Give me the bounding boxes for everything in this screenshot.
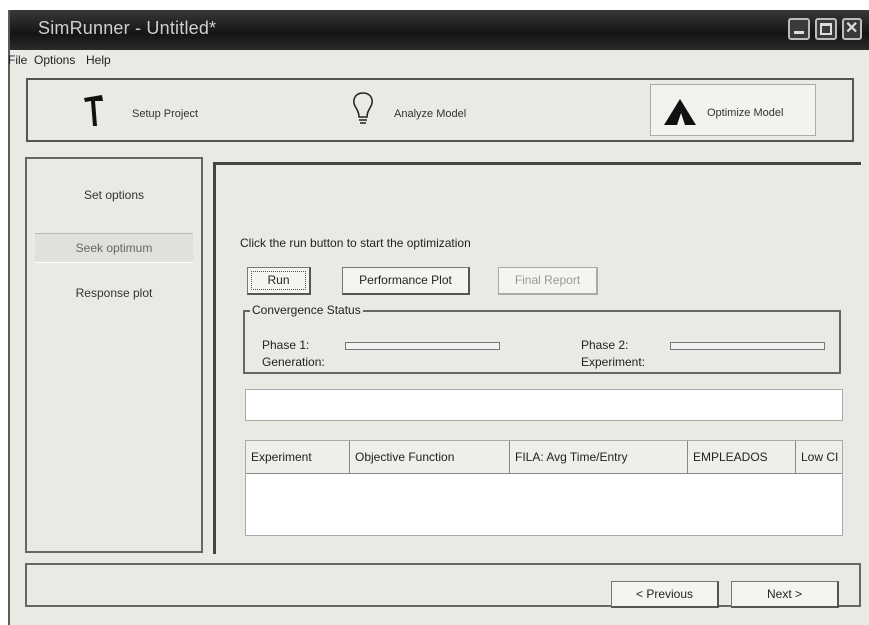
menu-bar: File Options Help <box>8 50 869 70</box>
performance-plot-button[interactable]: Performance Plot <box>342 267 470 295</box>
step-label: Setup Project <box>132 108 199 120</box>
sidebar: Set options Seek optimum Response plot <box>25 157 203 553</box>
menu-options[interactable]: Options <box>34 53 75 67</box>
final-report-button[interactable]: Final Report <box>498 267 598 295</box>
status-textbox[interactable] <box>245 389 843 421</box>
phase2-progress-bar <box>670 342 825 350</box>
menu-help[interactable]: Help <box>86 53 111 67</box>
table-header: Experiment Objective Function FILA: Avg … <box>246 441 842 474</box>
phase1-progress-bar <box>345 342 500 350</box>
step-label: Analyze Model <box>394 108 467 120</box>
previous-button-label: < Previous <box>635 587 694 601</box>
sidebar-item-set-options[interactable]: Set options <box>35 181 193 209</box>
lightbulb-icon <box>353 92 373 124</box>
window-title: SimRunner - Untitled* <box>38 18 217 38</box>
mountain-icon <box>664 99 696 125</box>
maximize-button[interactable] <box>815 18 837 40</box>
step-analyze-model[interactable]: Analyze Model <box>328 80 628 140</box>
generation-label: Generation: <box>262 355 325 369</box>
menu-file[interactable]: File <box>8 53 27 67</box>
phase2-label: Phase 2: <box>581 338 629 352</box>
step-label: Optimize Model <box>707 107 784 119</box>
step-optimize-model[interactable]: Optimize Model <box>650 84 816 136</box>
next-button[interactable]: Next > <box>731 581 839 608</box>
hammer-icon <box>84 95 103 126</box>
sidebar-item-seek-optimum[interactable]: Seek optimum <box>35 233 193 263</box>
instruction-text: Click the run button to start the optimi… <box>240 236 471 250</box>
column-header-objective-function[interactable]: Objective Function <box>350 441 510 473</box>
convergence-status-title: Convergence Status <box>250 303 363 317</box>
column-header-experiment[interactable]: Experiment <box>246 441 350 473</box>
phase1-label: Phase 1: <box>262 338 310 352</box>
close-button[interactable]: ✕ <box>842 18 862 40</box>
column-header-fila-avg-time[interactable]: FILA: Avg Time/Entry <box>510 441 688 473</box>
title-bar: SimRunner - Untitled* ✕ <box>10 10 869 50</box>
column-header-low-ci[interactable]: Low CI <box>796 441 842 473</box>
performance-plot-button-label: Performance Plot <box>359 273 452 287</box>
final-report-button-label: Final Report <box>514 273 581 287</box>
column-header-empleados[interactable]: EMPLEADOS <box>688 441 796 473</box>
previous-button[interactable]: < Previous <box>611 581 719 608</box>
results-table[interactable]: Experiment Objective Function FILA: Avg … <box>245 440 843 536</box>
minimize-icon <box>794 31 804 34</box>
run-button[interactable]: Run <box>247 267 311 295</box>
minimize-button[interactable] <box>788 18 810 40</box>
maximize-icon <box>820 23 832 35</box>
focus-outline <box>251 271 306 290</box>
next-button-label: Next > <box>766 587 802 601</box>
step-setup-project[interactable]: Setup Project <box>28 80 328 140</box>
wizard-steps: Setup Project Analyze Model Optimize Mod… <box>26 78 854 142</box>
close-icon: ✕ <box>845 20 859 37</box>
experiment-label: Experiment: <box>581 355 646 369</box>
sidebar-item-response-plot[interactable]: Response plot <box>35 279 193 307</box>
